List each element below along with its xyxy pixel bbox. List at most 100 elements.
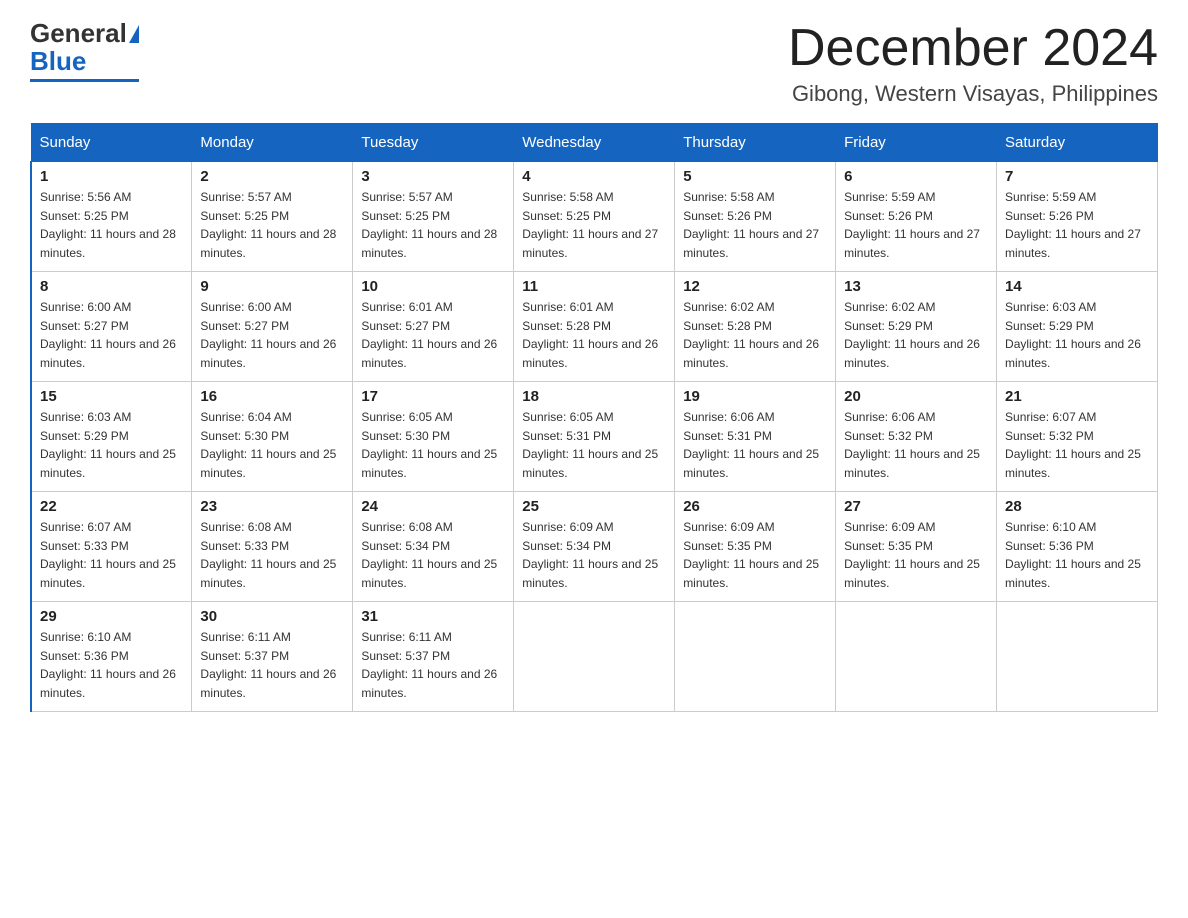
logo-triangle-icon — [129, 25, 139, 43]
calendar-cell: 16 Sunrise: 6:04 AMSunset: 5:30 PMDayligh… — [192, 382, 353, 492]
day-info: Sunrise: 6:07 AMSunset: 5:33 PMDaylight:… — [40, 518, 183, 592]
day-number: 4 — [522, 168, 666, 185]
day-info: Sunrise: 6:05 AMSunset: 5:30 PMDaylight:… — [361, 408, 505, 482]
calendar-cell: 18 Sunrise: 6:05 AMSunset: 5:31 PMDayligh… — [514, 382, 675, 492]
day-number: 13 — [844, 278, 988, 295]
calendar-cell: 31 Sunrise: 6:11 AMSunset: 5:37 PMDayligh… — [353, 602, 514, 712]
day-info: Sunrise: 6:05 AMSunset: 5:31 PMDaylight:… — [522, 408, 666, 482]
day-number: 11 — [522, 278, 666, 295]
day-info: Sunrise: 5:57 AMSunset: 5:25 PMDaylight:… — [200, 188, 344, 262]
calendar-cell: 19Sunrise: 6:06 AMSunset: 5:31 PMDayligh… — [675, 382, 836, 492]
calendar-cell: 7Sunrise: 5:59 AMSunset: 5:26 PMDaylight… — [997, 162, 1158, 272]
day-number: 20 — [844, 388, 988, 405]
calendar-week-row: 15Sunrise: 6:03 AMSunset: 5:29 PMDayligh… — [31, 382, 1158, 492]
location-subtitle: Gibong, Western Visayas, Philippines — [788, 81, 1158, 107]
day-info: Sunrise: 6:02 AMSunset: 5:28 PMDaylight:… — [683, 298, 827, 372]
calendar-week-row: 8 Sunrise: 6:00 AMSunset: 5:27 PMDaylight… — [31, 272, 1158, 382]
day-number: 26 — [683, 498, 827, 515]
page-header: General Blue December 2024 Gibong, Weste… — [30, 20, 1158, 107]
calendar-cell: 10Sunrise: 6:01 AMSunset: 5:27 PMDayligh… — [353, 272, 514, 382]
day-number: 16 — [200, 388, 344, 405]
day-info: Sunrise: 6:08 AMSunset: 5:33 PMDaylight:… — [200, 518, 344, 592]
weekday-header-wednesday: Wednesday — [514, 124, 675, 162]
day-info: Sunrise: 6:03 AMSunset: 5:29 PMDaylight:… — [1005, 298, 1149, 372]
day-info: Sunrise: 6:06 AMSunset: 5:32 PMDaylight:… — [844, 408, 988, 482]
calendar-cell — [997, 602, 1158, 712]
calendar-header-row: SundayMondayTuesdayWednesdayThursdayFrid… — [31, 124, 1158, 162]
calendar-cell: 24 Sunrise: 6:08 AMSunset: 5:34 PMDayligh… — [353, 492, 514, 602]
day-number: 15 — [40, 388, 183, 405]
day-number: 25 — [522, 498, 666, 515]
calendar-cell: 27 Sunrise: 6:09 AMSunset: 5:35 PMDayligh… — [836, 492, 997, 602]
calendar-cell: 1Sunrise: 5:56 AMSunset: 5:25 PMDaylight… — [31, 162, 192, 272]
day-info: Sunrise: 6:00 AMSunset: 5:27 PMDaylight:… — [40, 298, 183, 372]
day-number: 3 — [361, 168, 505, 185]
day-number: 17 — [361, 388, 505, 405]
calendar-week-row: 29Sunrise: 6:10 AMSunset: 5:36 PMDayligh… — [31, 602, 1158, 712]
day-number: 18 — [522, 388, 666, 405]
calendar-cell: 28Sunrise: 6:10 AMSunset: 5:36 PMDayligh… — [997, 492, 1158, 602]
calendar-cell: 2Sunrise: 5:57 AMSunset: 5:25 PMDaylight… — [192, 162, 353, 272]
day-info: Sunrise: 6:11 AMSunset: 5:37 PMDaylight:… — [361, 628, 505, 702]
day-number: 23 — [200, 498, 344, 515]
day-info: Sunrise: 6:02 AMSunset: 5:29 PMDaylight:… — [844, 298, 988, 372]
calendar-cell — [514, 602, 675, 712]
logo-general-text: General — [30, 20, 127, 46]
day-number: 7 — [1005, 168, 1149, 185]
calendar-cell: 17 Sunrise: 6:05 AMSunset: 5:30 PMDayligh… — [353, 382, 514, 492]
calendar-cell: 23 Sunrise: 6:08 AMSunset: 5:33 PMDayligh… — [192, 492, 353, 602]
day-info: Sunrise: 6:11 AMSunset: 5:37 PMDaylight:… — [200, 628, 344, 702]
day-number: 30 — [200, 608, 344, 625]
day-number: 29 — [40, 608, 183, 625]
calendar-table: SundayMondayTuesdayWednesdayThursdayFrid… — [30, 123, 1158, 712]
day-number: 12 — [683, 278, 827, 295]
day-number: 22 — [40, 498, 183, 515]
day-info: Sunrise: 6:10 AMSunset: 5:36 PMDaylight:… — [1005, 518, 1149, 592]
day-number: 19 — [683, 388, 827, 405]
calendar-week-row: 22 Sunrise: 6:07 AMSunset: 5:33 PMDayligh… — [31, 492, 1158, 602]
weekday-header-monday: Monday — [192, 124, 353, 162]
day-number: 24 — [361, 498, 505, 515]
day-info: Sunrise: 6:08 AMSunset: 5:34 PMDaylight:… — [361, 518, 505, 592]
day-info: Sunrise: 6:09 AMSunset: 5:35 PMDaylight:… — [683, 518, 827, 592]
calendar-cell: 21Sunrise: 6:07 AMSunset: 5:32 PMDayligh… — [997, 382, 1158, 492]
weekday-header-sunday: Sunday — [31, 124, 192, 162]
day-info: Sunrise: 6:01 AMSunset: 5:28 PMDaylight:… — [522, 298, 666, 372]
calendar-cell: 12 Sunrise: 6:02 AMSunset: 5:28 PMDayligh… — [675, 272, 836, 382]
calendar-cell: 25Sunrise: 6:09 AMSunset: 5:34 PMDayligh… — [514, 492, 675, 602]
day-number: 1 — [40, 168, 183, 185]
calendar-cell: 30 Sunrise: 6:11 AMSunset: 5:37 PMDayligh… — [192, 602, 353, 712]
calendar-cell — [675, 602, 836, 712]
day-info: Sunrise: 5:58 AMSunset: 5:25 PMDaylight:… — [522, 188, 666, 262]
day-info: Sunrise: 6:09 AMSunset: 5:35 PMDaylight:… — [844, 518, 988, 592]
calendar-cell: 6 Sunrise: 5:59 AMSunset: 5:26 PMDaylight… — [836, 162, 997, 272]
calendar-cell: 14Sunrise: 6:03 AMSunset: 5:29 PMDayligh… — [997, 272, 1158, 382]
calendar-cell: 9Sunrise: 6:00 AMSunset: 5:27 PMDaylight… — [192, 272, 353, 382]
calendar-cell: 5 Sunrise: 5:58 AMSunset: 5:26 PMDaylight… — [675, 162, 836, 272]
day-number: 27 — [844, 498, 988, 515]
month-year-title: December 2024 — [788, 20, 1158, 77]
calendar-week-row: 1Sunrise: 5:56 AMSunset: 5:25 PMDaylight… — [31, 162, 1158, 272]
day-number: 8 — [40, 278, 183, 295]
day-info: Sunrise: 5:59 AMSunset: 5:26 PMDaylight:… — [844, 188, 988, 262]
calendar-cell: 20 Sunrise: 6:06 AMSunset: 5:32 PMDayligh… — [836, 382, 997, 492]
calendar-cell: 29Sunrise: 6:10 AMSunset: 5:36 PMDayligh… — [31, 602, 192, 712]
logo-blue-text: Blue — [30, 46, 86, 77]
weekday-header-friday: Friday — [836, 124, 997, 162]
day-number: 5 — [683, 168, 827, 185]
logo-underline — [30, 79, 139, 82]
day-info: Sunrise: 6:04 AMSunset: 5:30 PMDaylight:… — [200, 408, 344, 482]
day-info: Sunrise: 6:00 AMSunset: 5:27 PMDaylight:… — [200, 298, 344, 372]
calendar-cell: 8 Sunrise: 6:00 AMSunset: 5:27 PMDaylight… — [31, 272, 192, 382]
calendar-cell: 4 Sunrise: 5:58 AMSunset: 5:25 PMDaylight… — [514, 162, 675, 272]
day-number: 6 — [844, 168, 988, 185]
day-number: 21 — [1005, 388, 1149, 405]
calendar-cell: 22 Sunrise: 6:07 AMSunset: 5:33 PMDayligh… — [31, 492, 192, 602]
day-info: Sunrise: 5:57 AMSunset: 5:25 PMDaylight:… — [361, 188, 505, 262]
day-info: Sunrise: 6:01 AMSunset: 5:27 PMDaylight:… — [361, 298, 505, 372]
day-info: Sunrise: 5:58 AMSunset: 5:26 PMDaylight:… — [683, 188, 827, 262]
calendar-cell: 3 Sunrise: 5:57 AMSunset: 5:25 PMDaylight… — [353, 162, 514, 272]
calendar-cell — [836, 602, 997, 712]
day-number: 31 — [361, 608, 505, 625]
calendar-cell: 13 Sunrise: 6:02 AMSunset: 5:29 PMDayligh… — [836, 272, 997, 382]
